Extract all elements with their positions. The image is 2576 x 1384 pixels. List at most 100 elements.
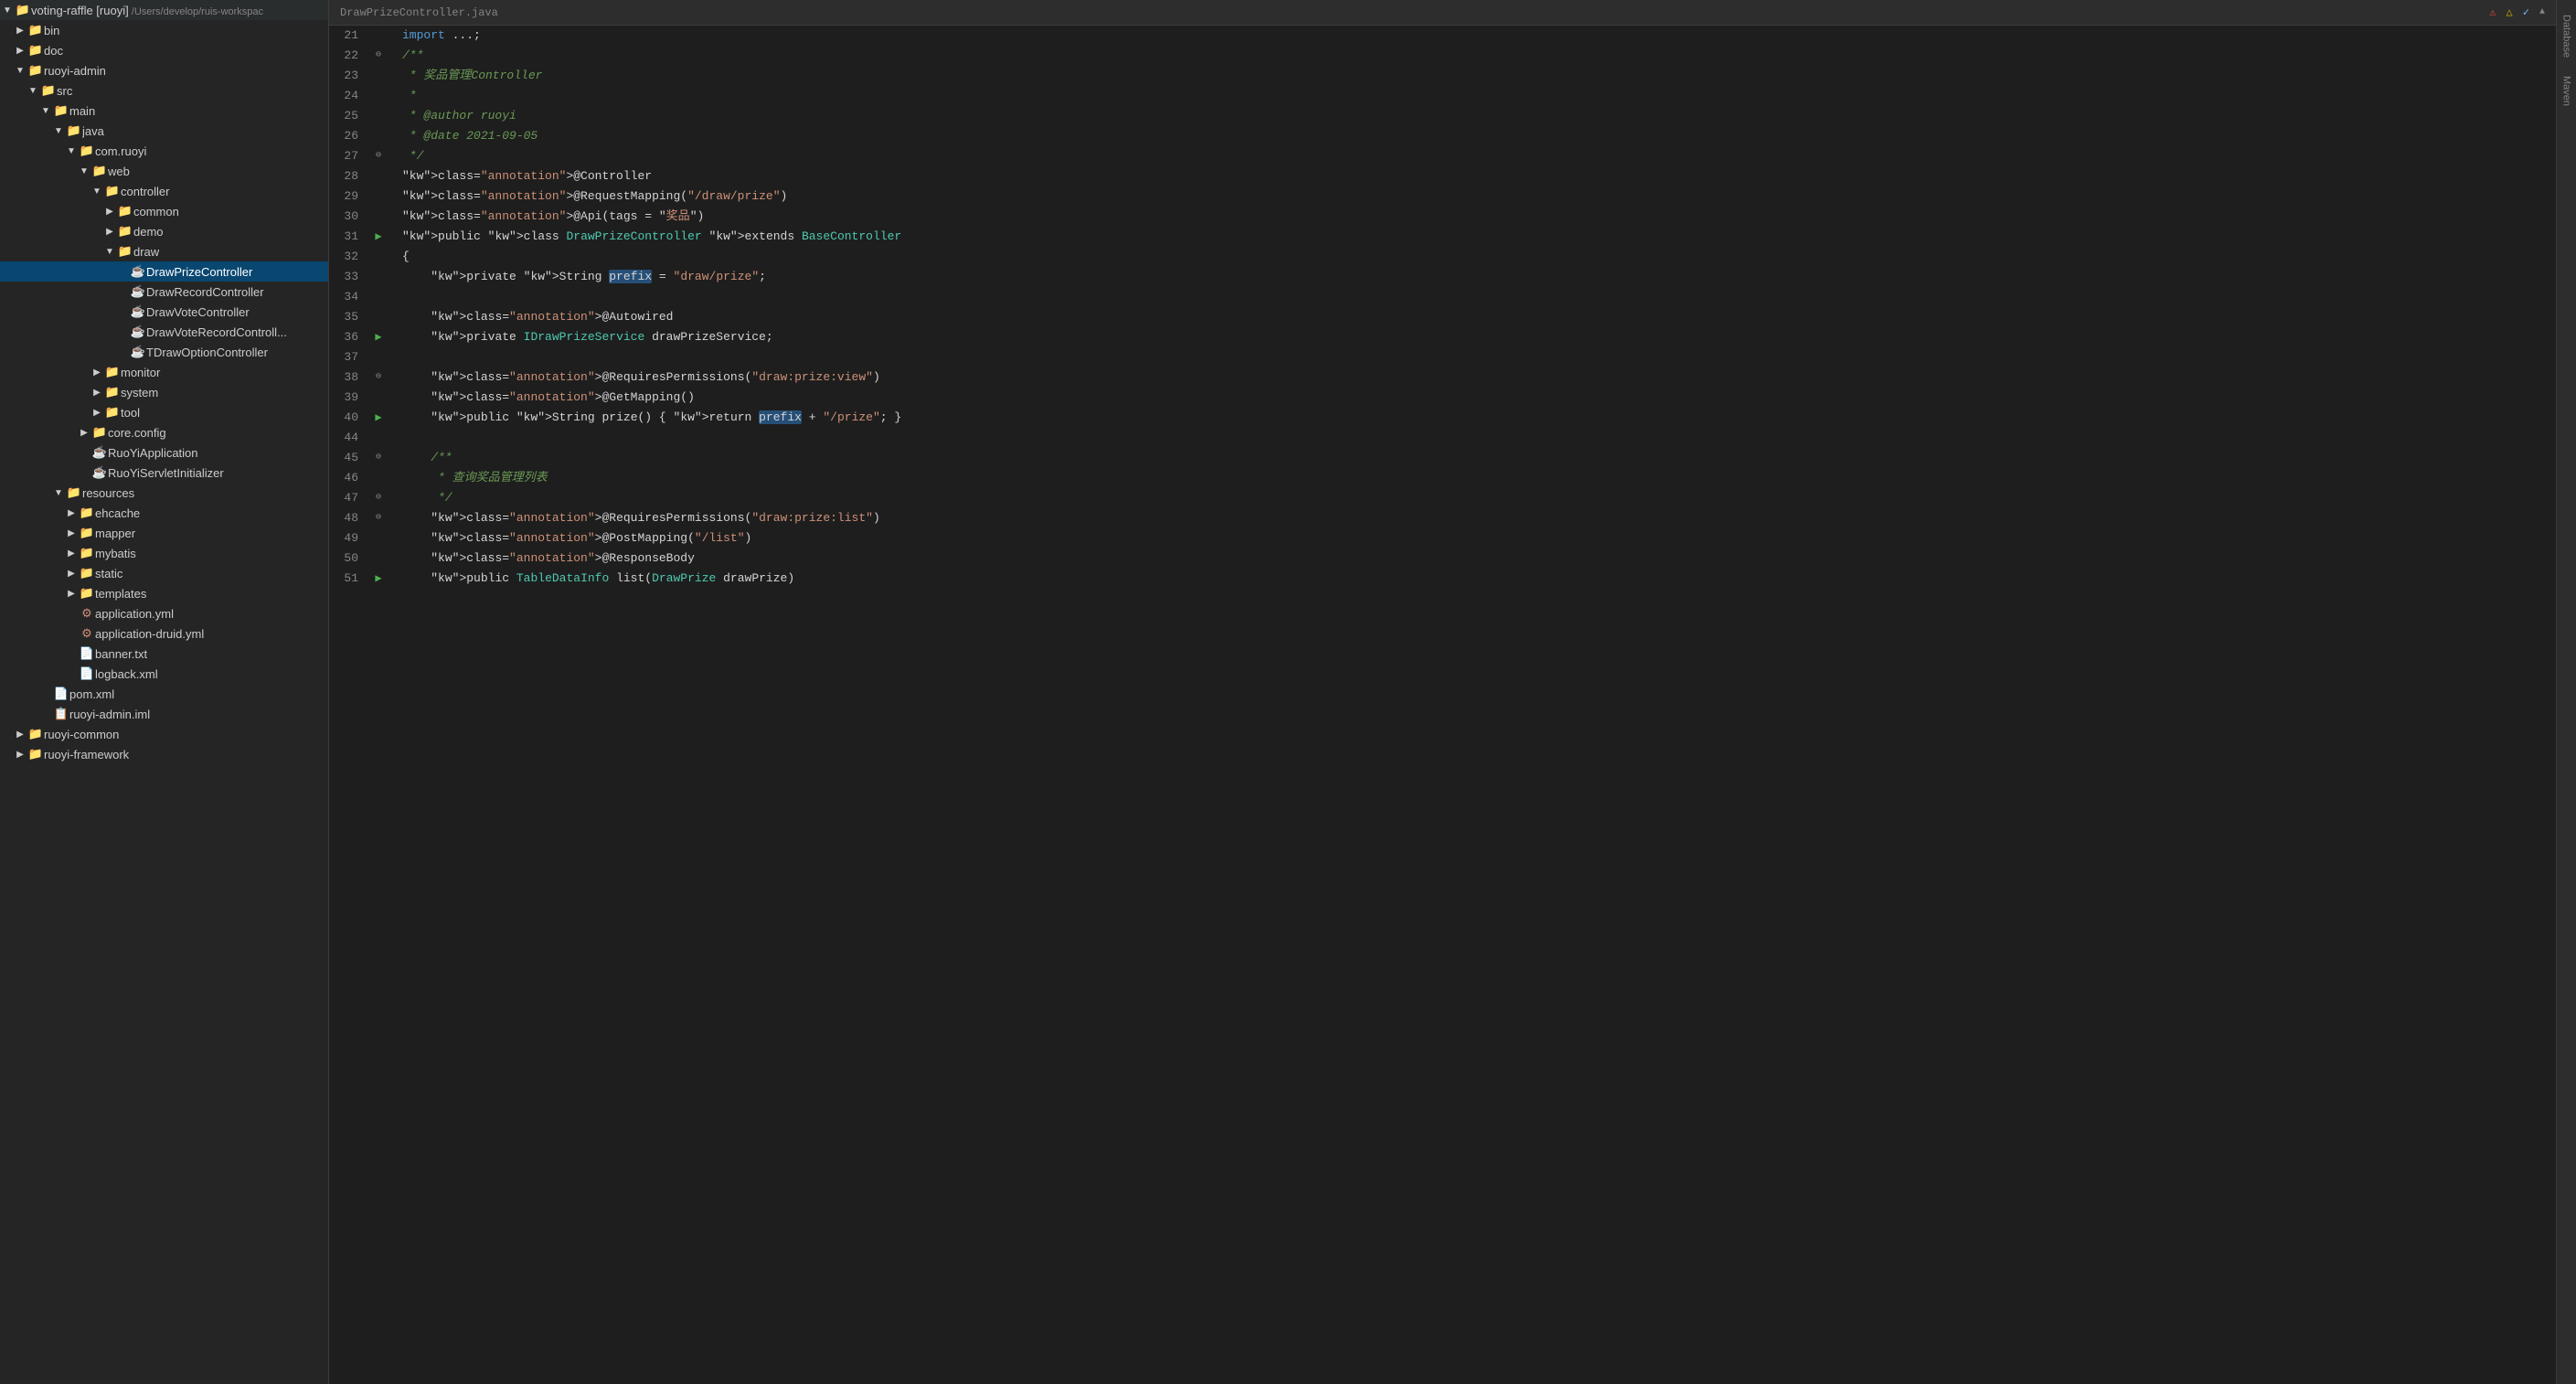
tree-item-DrawVoteController[interactable]: ☕ DrawVoteController [0,302,328,322]
tree-item-TDrawOptionController[interactable]: ☕ TDrawOptionController [0,342,328,362]
tree-item-templates[interactable]: ▶ 📁 templates [0,583,328,603]
code-line-34[interactable] [402,287,2545,307]
tree-item-draw[interactable]: ▼ 📁 draw [0,241,328,261]
tree-item-mybatis[interactable]: ▶ 📁 mybatis [0,543,328,563]
tree-item-src[interactable]: ▼ 📁 src [0,80,328,101]
tree-item-banner.txt[interactable]: 📄 banner.txt [0,644,328,664]
code-line-39[interactable]: "kw">class="annotation">@GetMapping() [402,388,2545,408]
code-line-48[interactable]: "kw">class="annotation">@RequiresPermiss… [402,508,2545,528]
alerts-chevron[interactable]: ▲ [2539,7,2545,17]
run-icon[interactable]: ▶ [375,227,381,247]
tree-item-com.ruoyi[interactable]: ▼ 📁 com.ruoyi [0,141,328,161]
tree-item-common[interactable]: ▶ 📁 common [0,201,328,221]
icon-doc: 📁 [27,43,44,58]
code-line-36[interactable]: "kw">private IDrawPrizeService drawPrize… [402,327,2545,347]
code-content[interactable]: import ...;/** * 奖品管理Controller * * @aut… [391,26,2556,1384]
code-line-38[interactable]: "kw">class="annotation">@RequiresPermiss… [402,367,2545,388]
code-line-40[interactable]: "kw">public "kw">String prize() { "kw">r… [402,408,2545,428]
run-icon[interactable]: ▶ [375,569,381,589]
tree-item-DrawVoteRecordControll[interactable]: ☕ DrawVoteRecordControll... [0,322,328,342]
label-tool: tool [121,406,328,420]
tree-item-ruoyi-framework[interactable]: ▶ 📁 ruoyi-framework [0,744,328,764]
icon-src: 📁 [40,83,57,98]
code-line-26[interactable]: * @date 2021-09-05 [402,126,2545,146]
code-line-32[interactable]: { [402,247,2545,267]
fold-icon[interactable]: ⊖ [376,46,381,66]
tree-item-bin[interactable]: ▶ 📁 bin [0,20,328,40]
tree-item-logback.xml[interactable]: 📄 logback.xml [0,664,328,684]
tree-item-ruoyi-common[interactable]: ▶ 📁 ruoyi-common [0,724,328,744]
tree-item-demo[interactable]: ▶ 📁 demo [0,221,328,241]
code-line-29[interactable]: "kw">class="annotation">@RequestMapping(… [402,186,2545,207]
code-line-24[interactable]: * [402,86,2545,106]
line-num-32: 32 [329,247,358,267]
code-line-44[interactable] [402,428,2545,448]
tree-item-voting-raffle[interactable]: ▼ 📁 voting-raffle [ruoyi] /Users/develop… [0,0,328,20]
tree-item-RuoYiServletInitializer[interactable]: ☕ RuoYiServletInitializer [0,463,328,483]
icon-logback.xml: 📄 [79,666,95,681]
code-line-22[interactable]: /** [402,46,2545,66]
tree-item-RuoYiApplication[interactable]: ☕ RuoYiApplication [0,442,328,463]
database-tab[interactable]: Database [2560,7,2574,65]
label-mapper: mapper [95,527,328,540]
tree-item-core.config[interactable]: ▶ 📁 core.config [0,422,328,442]
code-line-46[interactable]: * 查询奖品管理列表 [402,468,2545,488]
right-panel: Database Maven [2556,0,2576,1384]
code-line-45[interactable]: /** [402,448,2545,468]
maven-tab[interactable]: Maven [2560,69,2574,113]
file-tree-sidebar[interactable]: ▼ 📁 voting-raffle [ruoyi] /Users/develop… [0,0,329,1384]
icon-tool: 📁 [104,405,121,420]
tree-item-java[interactable]: ▼ 📁 java [0,121,328,141]
code-line-47[interactable]: */ [402,488,2545,508]
code-line-31[interactable]: "kw">public "kw">class DrawPrizeControll… [402,227,2545,247]
tree-item-pom.xml[interactable]: 📄 pom.xml [0,684,328,704]
label-java: java [82,124,328,138]
arrow-com.ruoyi: ▼ [64,146,79,156]
tree-item-DrawRecordController[interactable]: ☕ DrawRecordController [0,282,328,302]
label-controller: controller [121,185,328,198]
run-icon[interactable]: ▶ [375,408,381,428]
code-line-23[interactable]: * 奖品管理Controller [402,66,2545,86]
error-badge: ⚠ [2489,5,2498,19]
fold-icon[interactable]: ⊖ [376,367,381,388]
code-line-25[interactable]: * @author ruoyi [402,106,2545,126]
code-line-21[interactable]: import ...; [402,26,2545,46]
tree-item-ehcache[interactable]: ▶ 📁 ehcache [0,503,328,523]
run-icon[interactable]: ▶ [375,327,381,347]
code-line-30[interactable]: "kw">class="annotation">@Api(tags = "奖品"… [402,207,2545,227]
tree-item-DrawPrizeController[interactable]: ☕ DrawPrizeController [0,261,328,282]
code-line-37[interactable] [402,347,2545,367]
code-line-28[interactable]: "kw">class="annotation">@Controller [402,166,2545,186]
code-line-49[interactable]: "kw">class="annotation">@PostMapping("/l… [402,528,2545,548]
code-line-50[interactable]: "kw">class="annotation">@ResponseBody [402,548,2545,569]
tree-item-mapper[interactable]: ▶ 📁 mapper [0,523,328,543]
fold-icon[interactable]: ⊖ [376,448,381,468]
label-templates: templates [95,587,328,601]
label-DrawVoteRecordControll: DrawVoteRecordControll... [146,325,328,339]
code-line-33[interactable]: "kw">private "kw">String prefix = "draw/… [402,267,2545,287]
code-line-27[interactable]: */ [402,146,2545,166]
tree-item-web[interactable]: ▼ 📁 web [0,161,328,181]
tree-item-tool[interactable]: ▶ 📁 tool [0,402,328,422]
tree-item-doc[interactable]: ▶ 📁 doc [0,40,328,60]
tree-item-application-druid.yml[interactable]: ⚙ application-druid.yml [0,623,328,644]
fold-icon[interactable]: ⊖ [376,146,381,166]
tree-item-application.yml[interactable]: ⚙ application.yml [0,603,328,623]
editor-alerts[interactable]: ⚠ △ ✓ ▲ [2489,5,2545,19]
icon-monitor: 📁 [104,365,121,379]
tree-item-resources[interactable]: ▼ 📁 resources [0,483,328,503]
tree-item-main[interactable]: ▼ 📁 main [0,101,328,121]
code-line-35[interactable]: "kw">class="annotation">@Autowired [402,307,2545,327]
tree-item-static[interactable]: ▶ 📁 static [0,563,328,583]
code-area: 2122232425262728293031323334353637383940… [329,26,2556,1384]
icon-system: 📁 [104,385,121,399]
tree-item-ruoyi-admin[interactable]: ▼ 📁 ruoyi-admin [0,60,328,80]
line-num-23: 23 [329,66,358,86]
fold-icon[interactable]: ⊖ [376,508,381,528]
code-line-51[interactable]: "kw">public TableDataInfo list(DrawPrize… [402,569,2545,589]
tree-item-monitor[interactable]: ▶ 📁 monitor [0,362,328,382]
fold-icon[interactable]: ⊖ [376,488,381,508]
tree-item-system[interactable]: ▶ 📁 system [0,382,328,402]
tree-item-controller[interactable]: ▼ 📁 controller [0,181,328,201]
tree-item-ruoyi-admin.iml[interactable]: 📋 ruoyi-admin.iml [0,704,328,724]
